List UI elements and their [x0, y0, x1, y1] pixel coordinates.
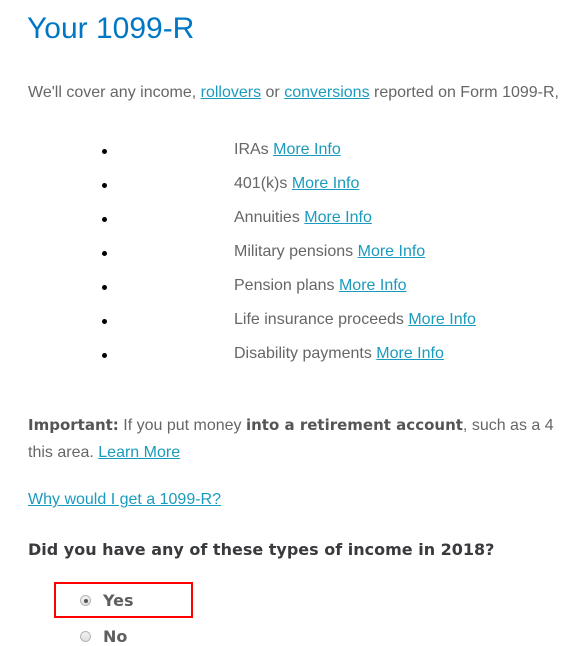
more-info-link[interactable]: More Info	[376, 345, 444, 362]
learn-more-link[interactable]: Learn More	[98, 444, 180, 461]
bullet-icon	[102, 285, 107, 290]
radio-label-yes: Yes	[103, 591, 134, 610]
bullet-icon	[102, 251, 107, 256]
item-label: Life insurance proceeds	[234, 311, 404, 328]
bullet-icon	[102, 183, 107, 188]
intro-text-middle: or	[261, 84, 285, 101]
more-info-link[interactable]: More Info	[273, 141, 341, 158]
more-info-link[interactable]: More Info	[339, 277, 407, 294]
radio-label-no: No	[103, 627, 128, 646]
radio-button-no[interactable]	[80, 631, 91, 642]
page-title: Your 1099-R	[27, 12, 195, 45]
radio-button-yes[interactable]	[80, 595, 91, 606]
income-question: Did you have any of these types of incom…	[28, 540, 495, 559]
more-info-link[interactable]: More Info	[408, 311, 476, 328]
item-label: Military pensions	[234, 243, 354, 260]
bullet-icon	[102, 149, 107, 154]
important-label: Important:	[28, 416, 119, 434]
item-label: IRAs	[234, 141, 269, 158]
more-info-link[interactable]: More Info	[358, 243, 426, 260]
important-notice: Important: If you put money into a retir…	[28, 412, 554, 466]
item-label: 401(k)s	[234, 175, 288, 192]
radio-option-no[interactable]: No	[80, 627, 127, 646]
bullet-icon	[102, 353, 107, 358]
rollovers-link[interactable]: rollovers	[201, 84, 261, 101]
item-label: Annuities	[234, 209, 300, 226]
conversions-link[interactable]: conversions	[284, 84, 369, 101]
intro-text-end: reported on Form 1099-R,	[369, 84, 559, 101]
more-info-link[interactable]: More Info	[304, 209, 372, 226]
important-line2: this area.	[28, 444, 99, 461]
item-label: Disability payments	[234, 345, 372, 362]
bullet-icon	[102, 217, 107, 222]
intro-text-start: We'll cover any income,	[28, 84, 201, 101]
radio-option-yes[interactable]: Yes	[80, 591, 134, 610]
more-info-link[interactable]: More Info	[292, 175, 360, 192]
why-1099r-link[interactable]: Why would I get a 1099-R?	[28, 491, 221, 509]
important-text-2: , such as a 4	[462, 417, 554, 434]
important-bold-text: into a retirement account	[245, 416, 463, 434]
intro-paragraph: We'll cover any income, rollovers or con…	[28, 84, 559, 102]
item-label: Pension plans	[234, 277, 335, 294]
important-text-1: If you put money	[118, 417, 246, 434]
bullet-icon	[102, 319, 107, 324]
